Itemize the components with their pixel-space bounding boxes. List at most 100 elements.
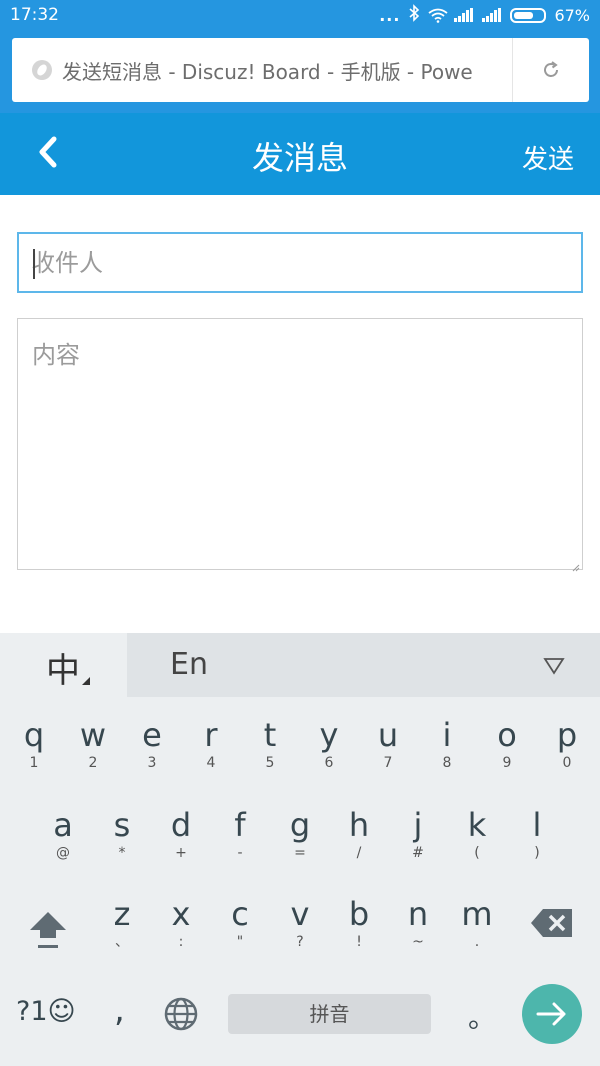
key-m[interactable]: m. (447, 897, 507, 951)
symbols-key[interactable]: ?1☺ (16, 996, 76, 1027)
enter-button[interactable] (522, 984, 582, 1044)
key-letter: i (442, 716, 452, 754)
key-letter: g (289, 806, 311, 844)
backspace-icon[interactable] (529, 906, 575, 940)
period-key[interactable]: 。 (468, 996, 496, 1036)
key-secondary: / (356, 845, 362, 861)
key-letter: s (113, 806, 131, 844)
key-q[interactable]: q1 (4, 718, 64, 772)
site-icon (32, 60, 52, 80)
arrow-right-icon (536, 1002, 566, 1026)
key-letter: v (290, 895, 310, 933)
key-o[interactable]: o9 (477, 718, 537, 772)
key-z[interactable]: z、 (92, 897, 152, 951)
content-textarea[interactable] (18, 319, 582, 569)
key-letter: b (348, 895, 370, 933)
battery-percent: 67% (554, 5, 590, 25)
key-s[interactable]: s * (92, 808, 152, 862)
key-letter: a (53, 806, 73, 844)
key-u[interactable]: u7 (358, 718, 418, 772)
key-letter: w (79, 716, 107, 754)
collapse-keyboard-icon[interactable] (543, 657, 565, 675)
key-letter: n (407, 895, 429, 933)
key-letter: y (319, 716, 339, 754)
key-secondary: * (118, 845, 126, 861)
key-j[interactable]: j # (388, 808, 448, 862)
key-letter: j (413, 806, 423, 844)
key-secondary: 6 (324, 755, 334, 771)
key-letter: u (377, 716, 399, 754)
key-secondary: ) (534, 845, 540, 861)
key-secondary: 4 (206, 755, 216, 771)
key-k[interactable]: k( (447, 808, 507, 862)
key-g[interactable]: g = (270, 808, 330, 862)
notification-dots-icon: ... (379, 5, 401, 25)
key-letter: l (532, 806, 542, 844)
key-secondary: 7 (383, 755, 393, 771)
key-secondary: 9 (502, 755, 512, 771)
key-e[interactable]: e3 (122, 718, 182, 772)
lang-chinese-tab[interactable]: 中 (0, 633, 127, 697)
key-secondary: ( (474, 845, 480, 861)
key-y[interactable]: y6 (299, 718, 359, 772)
key-n[interactable]: n ~ (388, 897, 448, 951)
key-l[interactable]: l) (507, 808, 567, 862)
signal-icon-2 (482, 8, 502, 22)
key-secondary: + (175, 845, 187, 861)
resize-handle-icon[interactable] (570, 557, 580, 572)
key-p[interactable]: p0 (537, 718, 597, 772)
key-h[interactable]: h / (329, 808, 389, 862)
recipient-field[interactable] (17, 232, 583, 293)
comma-key[interactable]: , (114, 990, 125, 1030)
url-bar[interactable]: 发送短消息 - Discuz! Board - 手机版 - Powe (12, 38, 589, 102)
key-t[interactable]: t5 (240, 718, 300, 772)
globe-icon[interactable] (163, 996, 199, 1032)
lang-chinese-label: 中 (46, 651, 80, 691)
key-c[interactable]: c " (210, 897, 270, 951)
app-header: 发消息 发送 (0, 113, 600, 195)
key-secondary: = (294, 845, 306, 861)
key-secondary: 1 (29, 755, 39, 771)
key-letter: t (263, 716, 277, 754)
wifi-icon (428, 8, 448, 23)
key-letter: x (171, 895, 191, 933)
lang-english-tab[interactable]: En (170, 647, 208, 682)
key-letter: m (461, 895, 493, 933)
key-secondary: # (412, 845, 424, 861)
key-x[interactable]: x: (151, 897, 211, 951)
key-f[interactable]: f- (210, 808, 270, 862)
battery-icon (510, 7, 547, 23)
space-key[interactable]: 拼音 (228, 994, 431, 1034)
key-secondary: : (178, 934, 184, 950)
key-secondary: 0 (562, 755, 572, 771)
signal-icon-1 (454, 8, 474, 22)
key-d[interactable]: d + (151, 808, 211, 862)
key-a[interactable]: a @ (33, 808, 93, 862)
shift-icon[interactable] (26, 908, 70, 952)
url-title[interactable]: 发送短消息 - Discuz! Board - 手机版 - Powe (62, 56, 512, 85)
key-secondary: ~ (412, 934, 424, 950)
text-caret (33, 249, 35, 279)
page-title: 发消息 (251, 139, 348, 177)
key-secondary: 、 (115, 934, 129, 950)
key-secondary: - (237, 845, 243, 861)
keyboard-toolbar: 中 En (0, 633, 600, 697)
recipient-input[interactable] (19, 234, 581, 291)
send-button[interactable]: 发送 (522, 139, 574, 176)
reload-icon[interactable] (539, 58, 563, 82)
key-letter: r (204, 716, 218, 754)
url-divider (512, 38, 513, 102)
key-letter: q (23, 716, 45, 754)
key-r[interactable]: r4 (181, 718, 241, 772)
key-v[interactable]: v? (270, 897, 330, 951)
key-letter: f (234, 806, 246, 844)
content-field[interactable] (17, 318, 583, 572)
key-b[interactable]: b! (329, 897, 389, 951)
key-i[interactable]: i8 (417, 718, 477, 772)
key-secondary: 8 (442, 755, 452, 771)
key-letter: p (556, 716, 578, 754)
key-letter: c (231, 895, 249, 933)
key-letter: o (497, 716, 517, 754)
key-w[interactable]: w2 (63, 718, 123, 772)
key-secondary: ? (296, 934, 304, 950)
